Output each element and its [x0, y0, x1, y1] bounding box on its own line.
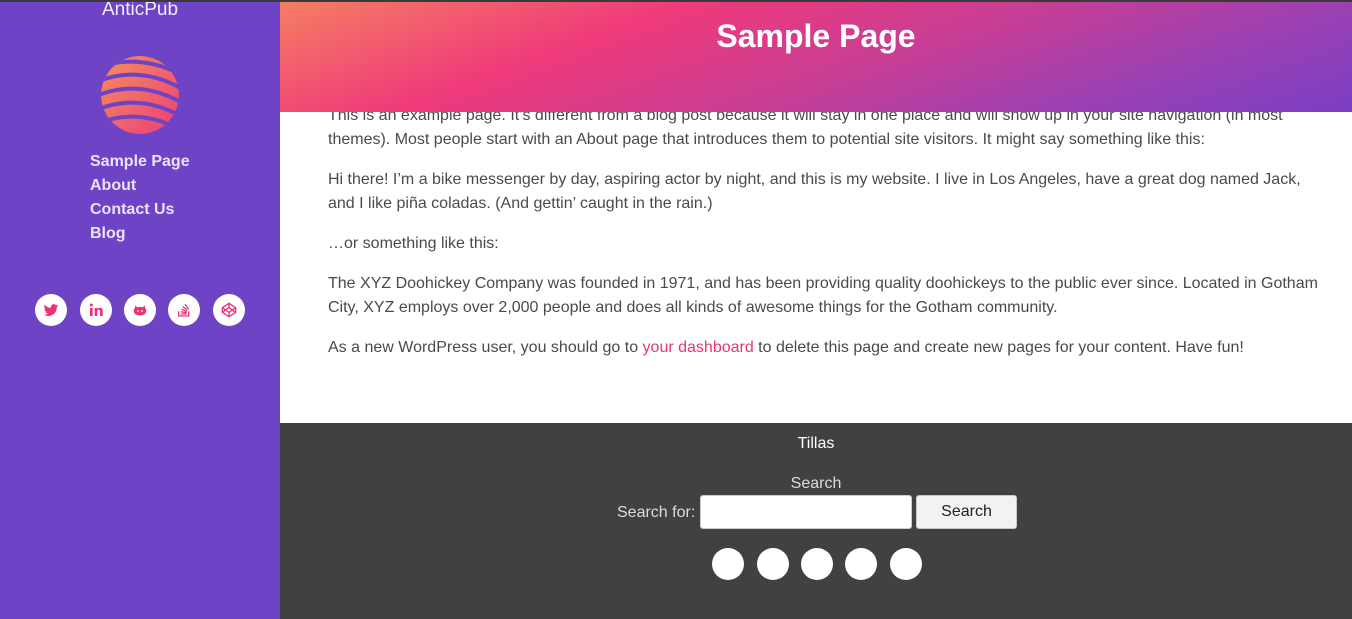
content-paragraph: …or something like this:	[328, 235, 499, 252]
page-content: This is an example page. It’s different …	[280, 112, 1352, 423]
twitter-icon	[43, 304, 59, 317]
nav-item-about[interactable]: About	[90, 174, 190, 198]
linkedin-icon	[89, 303, 103, 316]
sidebar: AnticPub Sample Page About Contact Us Bl…	[0, 0, 280, 619]
stackoverflow-icon	[178, 303, 190, 317]
search-button[interactable]: Search	[916, 495, 1017, 529]
dashboard-link[interactable]: your dashboard	[643, 339, 754, 356]
paragraph-text: to delete this page and create new pages…	[753, 339, 1244, 356]
linkedin-link[interactable]	[80, 294, 112, 326]
nav-item-blog[interactable]: Blog	[90, 222, 190, 246]
content-paragraph: As a new WordPress user, you should go t…	[328, 336, 1318, 360]
search-widget-title: Search	[790, 475, 842, 492]
content-paragraph: This is an example page. It’s different …	[328, 112, 1283, 148]
codepen-link[interactable]	[213, 294, 245, 326]
stackoverflow-link[interactable]	[168, 294, 200, 326]
codepen-icon	[221, 302, 237, 318]
footer-title: Tillas	[797, 435, 835, 452]
content-paragraph: Hi there! I’m a bike messenger by day, a…	[328, 171, 1301, 212]
footer-social-github[interactable]	[801, 548, 833, 580]
paragraph-text: As a new WordPress user, you should go t…	[328, 339, 643, 356]
github-icon	[133, 305, 147, 316]
site-logo[interactable]	[101, 56, 179, 134]
twitter-link[interactable]	[35, 294, 67, 326]
search-input[interactable]	[700, 495, 912, 529]
main-nav: Sample Page About Contact Us Blog	[90, 150, 190, 246]
sidebar-social-links	[0, 294, 280, 326]
footer-social-stackoverflow[interactable]	[845, 548, 877, 580]
site-title[interactable]: AnticPub	[0, 0, 280, 21]
page-header: Sample Page	[280, 2, 1352, 112]
site-footer: Tillas Search Search for: Search	[280, 423, 1352, 619]
github-link[interactable]	[124, 294, 156, 326]
search-label: Search for:	[617, 504, 696, 521]
top-border	[0, 0, 1352, 2]
nav-item-contact-us[interactable]: Contact Us	[90, 198, 190, 222]
footer-social-linkedin[interactable]	[757, 548, 789, 580]
footer-social-codepen[interactable]	[890, 548, 922, 580]
footer-social-twitter[interactable]	[712, 548, 744, 580]
page-title: Sample Page	[716, 18, 916, 54]
globe-logo-icon	[101, 56, 179, 134]
nav-item-sample-page[interactable]: Sample Page	[90, 150, 190, 174]
content-paragraph: The XYZ Doohickey Company was founded in…	[328, 275, 1318, 316]
